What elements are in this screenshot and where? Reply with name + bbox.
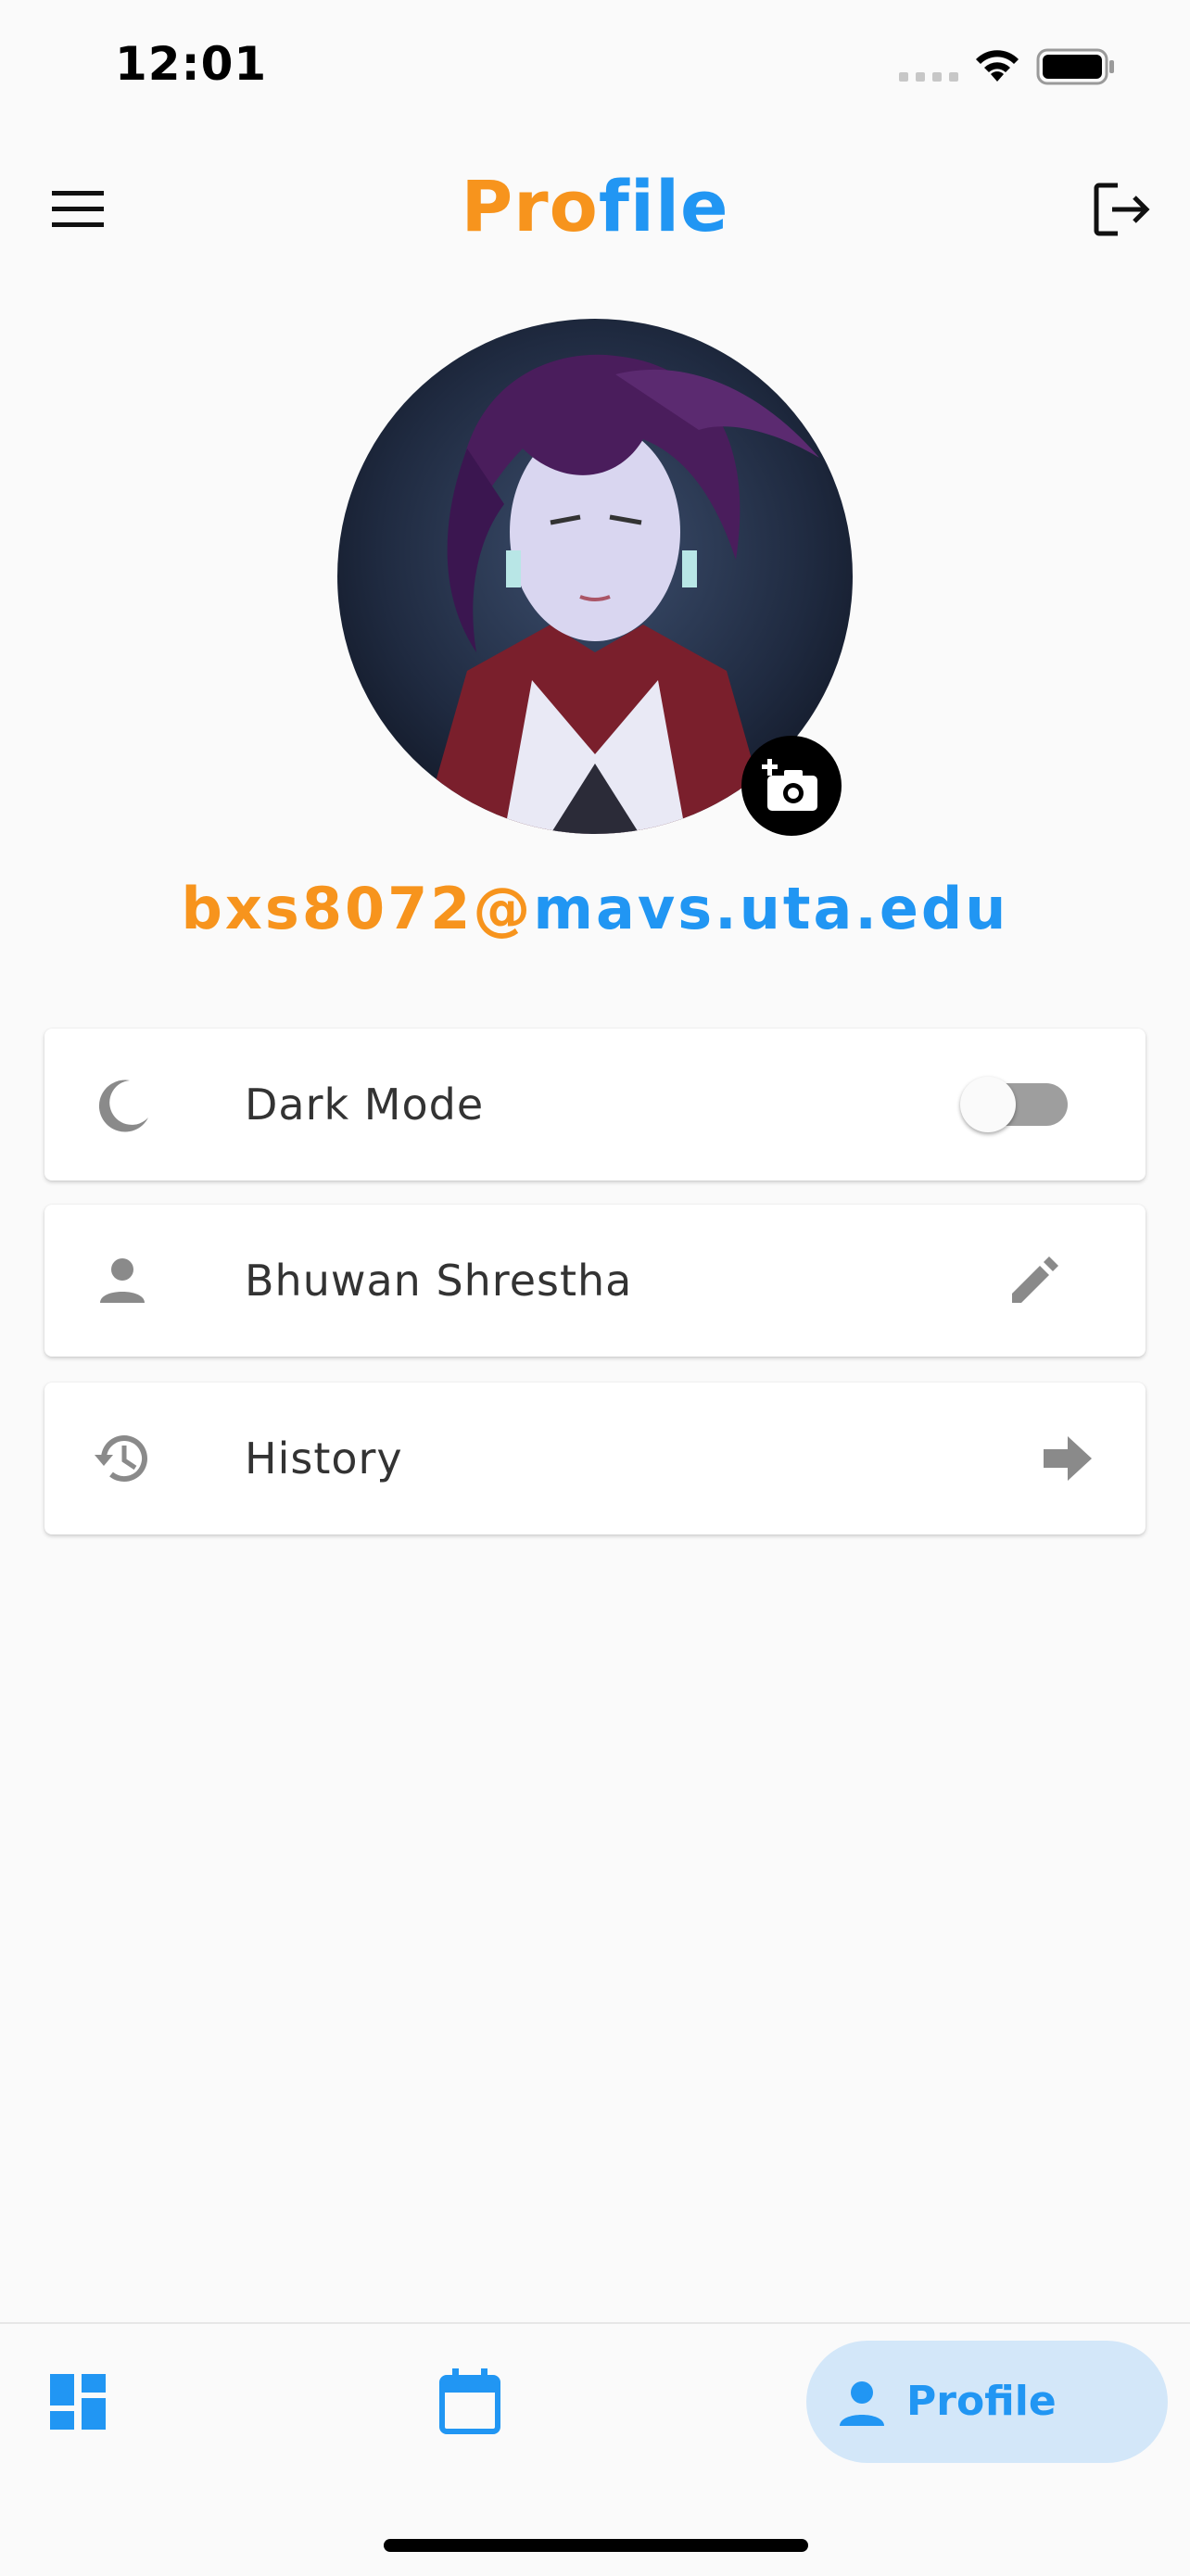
home-indicator bbox=[384, 2539, 808, 2552]
battery-icon bbox=[1036, 48, 1114, 85]
camera-add-icon bbox=[762, 759, 817, 811]
person-icon bbox=[100, 1258, 145, 1303]
dashboard-icon[interactable] bbox=[50, 2374, 106, 2430]
person-icon bbox=[840, 2381, 884, 2426]
history-label: History bbox=[245, 1433, 403, 1484]
dark-mode-row[interactable]: Dark Mode bbox=[44, 1029, 1146, 1181]
user-email-part-2: mavs.uta.edu bbox=[533, 875, 1009, 942]
moon-icon bbox=[98, 1080, 148, 1132]
signal-icon bbox=[899, 72, 958, 82]
nav-profile-label: Profile bbox=[906, 2378, 1057, 2425]
user-email: bxs8072@mavs.uta.edu bbox=[0, 875, 1190, 942]
status-time: 12:01 bbox=[115, 37, 268, 91]
toggle-track bbox=[960, 1077, 1068, 1132]
name-row[interactable]: Bhuwan Shrestha bbox=[44, 1205, 1146, 1357]
history-row[interactable]: History bbox=[44, 1383, 1146, 1534]
page-title: Profile bbox=[0, 165, 1190, 247]
arrow-forward-icon[interactable] bbox=[1044, 1434, 1094, 1483]
user-email-part-1: bxs8072@ bbox=[181, 875, 534, 942]
page-title-part-2: file bbox=[598, 165, 729, 247]
page-title-part-1: Pro bbox=[461, 165, 599, 247]
calendar-icon[interactable] bbox=[439, 2368, 500, 2435]
name-label: Bhuwan Shrestha bbox=[245, 1256, 633, 1306]
edit-icon[interactable] bbox=[1005, 1251, 1064, 1310]
nav-profile-tab[interactable]: Profile bbox=[806, 2341, 1168, 2463]
toggle-knob bbox=[960, 1077, 1016, 1132]
change-photo-button[interactable] bbox=[741, 736, 842, 836]
dark-mode-toggle[interactable] bbox=[960, 1077, 1068, 1132]
logout-icon[interactable] bbox=[1094, 182, 1151, 237]
wifi-icon bbox=[976, 50, 1019, 82]
history-icon bbox=[95, 1435, 147, 1483]
dark-mode-label: Dark Mode bbox=[245, 1080, 485, 1130]
